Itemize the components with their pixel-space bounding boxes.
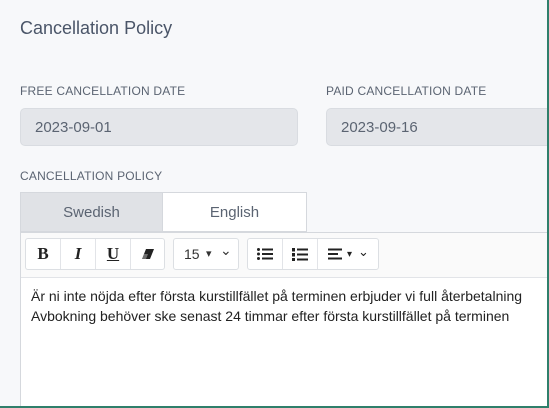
paid-cancellation-date-field[interactable]: 2023-09-16 xyxy=(326,108,547,146)
font-size-value: 15 xyxy=(184,246,200,262)
tab-english[interactable]: English xyxy=(163,192,307,232)
list-align-group: ▾ ⌄ xyxy=(247,238,379,270)
content-line-1: Är ni inte nöjda efter första kurstillfä… xyxy=(31,288,523,304)
format-group: B I U xyxy=(25,238,165,270)
content-line-2: Avbokning behöver ske senast 24 timmar e… xyxy=(31,308,510,324)
free-cancellation-date-field[interactable]: 2023-09-01 xyxy=(20,108,298,146)
underline-button[interactable]: U xyxy=(96,239,130,269)
numbered-list-icon xyxy=(292,247,308,261)
bold-button[interactable]: B xyxy=(26,239,60,269)
editor-content[interactable]: Är ni inte nöjda efter första kurstillfä… xyxy=(31,286,522,326)
font-size-select[interactable]: 15 ▾ ⌄ xyxy=(173,238,239,270)
eraser-button[interactable] xyxy=(131,239,165,269)
numbered-list-button[interactable] xyxy=(283,239,317,269)
bullet-list-icon xyxy=(257,248,273,260)
page-title: Cancellation Policy xyxy=(20,18,173,38)
free-cancellation-label: FREE CANCELLATION DATE xyxy=(20,84,186,98)
align-left-icon xyxy=(328,248,342,260)
italic-button[interactable]: I xyxy=(61,239,95,269)
rich-text-editor[interactable]: B I U 15 ▾ ⌄ ▾ ⌄ Är ni inte nöjda efter … xyxy=(20,232,547,406)
cancellation-policy-label: CANCELLATION POLICY xyxy=(20,169,163,183)
editor-toolbar: B I U 15 ▾ ⌄ ▾ ⌄ xyxy=(21,233,547,278)
caret-down-icon: ▾ xyxy=(206,248,212,260)
eraser-icon xyxy=(142,249,154,259)
tab-swedish[interactable]: Swedish xyxy=(20,192,163,232)
align-chevron-icon: ⌄ xyxy=(358,243,369,259)
cancellation-policy-panel: Cancellation Policy FREE CANCELLATION DA… xyxy=(0,0,549,408)
paid-cancellation-label: PAID CANCELLATION DATE xyxy=(326,84,487,98)
chevron-down-icon: ⌄ xyxy=(220,242,232,258)
align-select[interactable]: ▾ ⌄ xyxy=(318,239,378,269)
bullet-list-button[interactable] xyxy=(248,239,282,269)
align-caret-icon: ▾ xyxy=(347,248,353,260)
